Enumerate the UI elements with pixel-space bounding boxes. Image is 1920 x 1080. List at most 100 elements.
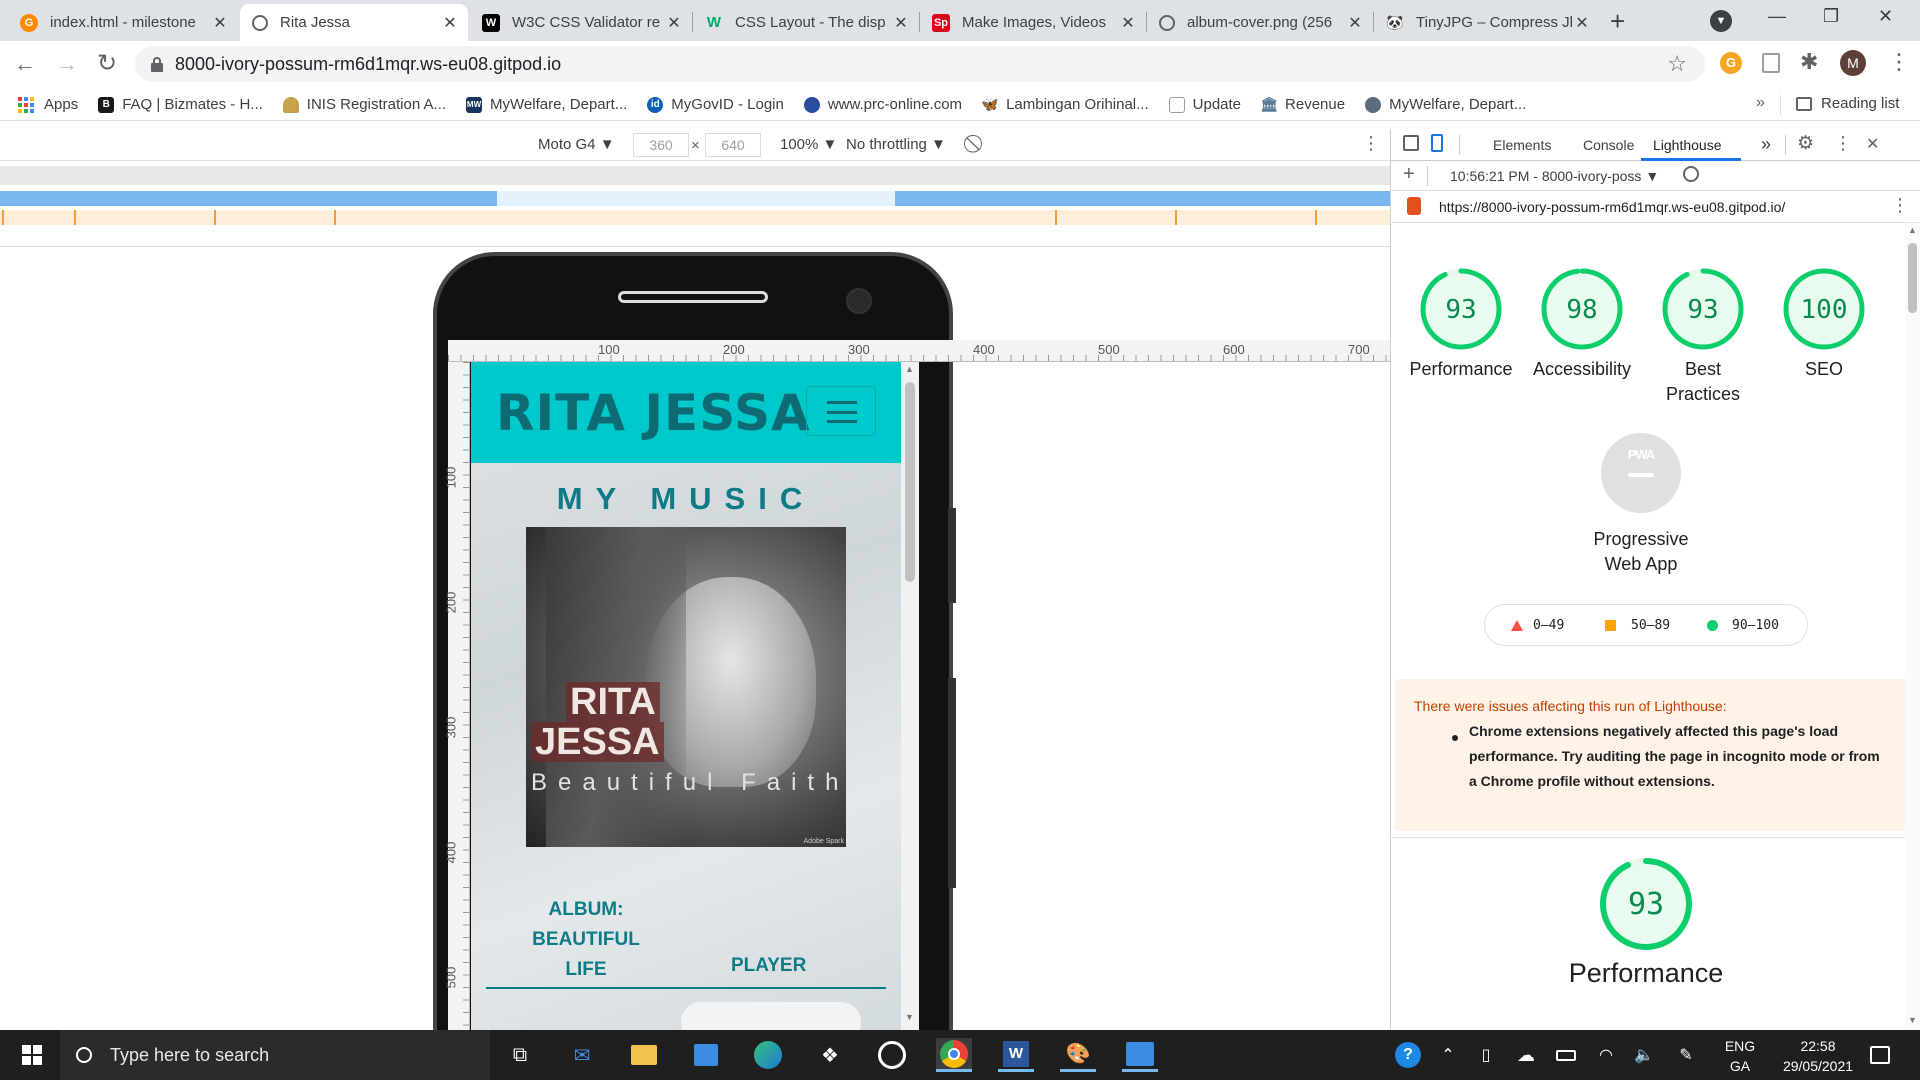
bookmark-mywelfare-2[interactable]: MyWelfare, Depart...	[1365, 96, 1526, 113]
bookmark-lambingan[interactable]: 🦋 Lambingan Orihinal...	[981, 96, 1148, 113]
maximize-button[interactable]: ❐	[1823, 6, 1839, 27]
paint-icon[interactable]: 🎨	[1060, 1038, 1096, 1072]
tab-elements[interactable]: Elements	[1493, 137, 1551, 153]
hamburger-menu-button[interactable]	[806, 386, 876, 436]
more-tabs-icon[interactable]: »	[1761, 134, 1771, 155]
mail-icon[interactable]: ✉	[564, 1038, 600, 1072]
device-select[interactable]: Moto G4 ▼	[538, 136, 615, 153]
pen-icon[interactable]: ✎	[1668, 1038, 1704, 1072]
bookmark-mywelfare[interactable]: MW MyWelfare, Depart...	[466, 96, 627, 113]
notifications-icon[interactable]	[1862, 1038, 1898, 1072]
app-circle-icon[interactable]	[874, 1038, 910, 1072]
bookmark-prc[interactable]: www.prc-online.com	[803, 96, 962, 113]
back-icon[interactable]: ←	[14, 51, 36, 77]
browser-menu-icon[interactable]: ⋮	[1888, 49, 1910, 75]
clock[interactable]: 22:58 29/05/2021	[1768, 1036, 1868, 1076]
report-select[interactable]: 10:56:21 PM - 8000-ivory-poss ▼	[1450, 168, 1659, 184]
width-input[interactable]: 360	[633, 133, 689, 157]
onedrive-icon[interactable]: ☁	[1508, 1038, 1544, 1072]
clear-reports-icon[interactable]	[1683, 166, 1699, 182]
store-icon[interactable]	[688, 1038, 724, 1072]
report-menu-icon[interactable]: ⋮	[1891, 195, 1909, 216]
bookmark-mygovid[interactable]: id MyGovID - Login	[647, 96, 784, 113]
help-icon[interactable]: ?	[1390, 1038, 1426, 1072]
more-options-icon[interactable]: ⋮	[1362, 133, 1380, 154]
taskbar-search[interactable]: Type here to search	[60, 1030, 490, 1080]
edge-icon[interactable]	[750, 1038, 786, 1072]
scrollbar-thumb[interactable]	[905, 382, 915, 582]
close-icon[interactable]: ✕	[1345, 13, 1365, 33]
settings-gear-icon[interactable]: ⚙	[1797, 132, 1814, 155]
scrollbar-thumb[interactable]	[1908, 243, 1917, 313]
media-bar-orange[interactable]	[0, 210, 1390, 225]
height-input[interactable]: 640	[705, 133, 761, 157]
tab-tinyjpg[interactable]: 🐼 TinyJPG – Compress Jl ✕	[1374, 4, 1600, 41]
wifi-icon[interactable]: ◠	[1588, 1038, 1624, 1072]
close-icon[interactable]: ✕	[440, 13, 460, 33]
inspect-element-icon[interactable]	[1403, 135, 1419, 151]
photos-icon[interactable]	[1122, 1038, 1158, 1072]
bookmark-revenue[interactable]: 🏛 Revenue	[1260, 96, 1345, 113]
close-icon[interactable]: ✕	[664, 13, 684, 33]
tab-search-button[interactable]: ▼	[1710, 10, 1732, 32]
tray-chevron-icon[interactable]: ⌃	[1430, 1038, 1466, 1072]
profile-avatar[interactable]: M	[1840, 50, 1866, 76]
scroll-up-icon[interactable]: ▲	[1908, 225, 1917, 235]
forward-icon[interactable]: →	[56, 51, 78, 77]
pwa-badge[interactable]: PWA Progressive Web App	[1581, 433, 1701, 577]
input-language[interactable]: ENG GA	[1722, 1036, 1758, 1076]
bookmark-apps[interactable]: Apps	[18, 96, 78, 113]
address-bar[interactable]: 8000-ivory-possum-rm6d1mqr.ws-eu08.gitpo…	[135, 46, 1705, 82]
tab-gitpod-index[interactable]: G index.html - milestone ✕	[8, 4, 238, 41]
file-explorer-icon[interactable]	[626, 1038, 662, 1072]
close-icon[interactable]: ✕	[891, 13, 911, 33]
bookmark-inis[interactable]: INIS Registration A...	[282, 96, 446, 113]
windows-start-icon[interactable]	[12, 1038, 52, 1072]
performance-detail-gauge[interactable]: 93 Performance	[1546, 856, 1746, 989]
reload-icon[interactable]: ↻	[97, 49, 117, 78]
site-brand[interactable]: RITA JESSA	[496, 384, 811, 442]
tab-w3c-validator[interactable]: W W3C CSS Validator re ✕	[470, 4, 692, 41]
score-gauge-seo[interactable]: 100 SEO	[1769, 267, 1879, 382]
battery-icon[interactable]	[1548, 1038, 1584, 1072]
close-window-button[interactable]: ✕	[1878, 6, 1893, 27]
bookmark-update[interactable]: Update	[1168, 96, 1241, 113]
close-icon[interactable]: ✕	[1118, 13, 1138, 33]
search-placeholder[interactable]: Type here to search	[110, 1045, 269, 1066]
close-icon[interactable]: ✕	[210, 13, 230, 33]
album-cover[interactable]: RITA JESSA Beautiful Faith Adobe Spark	[526, 527, 846, 847]
chrome-icon[interactable]	[936, 1038, 972, 1072]
devtools-scrollbar[interactable]: ▲ ▼	[1905, 223, 1920, 1030]
tab-album-cover[interactable]: album-cover.png (256 ✕	[1147, 4, 1373, 41]
devtools-menu-icon[interactable]: ⋮	[1834, 133, 1852, 154]
extensions-puzzle-icon[interactable]: ✱	[1800, 49, 1818, 75]
tab-rita-jessa[interactable]: Rita Jessa ✕	[240, 4, 468, 41]
score-gauge-best-practices[interactable]: 93 Best Practices	[1648, 267, 1758, 407]
score-gauge-accessibility[interactable]: 98 Accessibility	[1527, 267, 1637, 382]
reading-list[interactable]: Reading list	[1796, 95, 1899, 112]
throttling-select[interactable]: No throttling ▼	[846, 136, 946, 153]
audio-player[interactable]	[681, 1002, 861, 1030]
tray-device-icon[interactable]: ▯	[1468, 1038, 1504, 1072]
extension-page-icon[interactable]	[1762, 53, 1780, 73]
url-text[interactable]: 8000-ivory-possum-rm6d1mqr.ws-eu08.gitpo…	[175, 54, 561, 75]
new-tab-button[interactable]: +	[1610, 6, 1625, 37]
dropbox-icon[interactable]: ❖	[812, 1038, 848, 1072]
minimize-button[interactable]: —	[1768, 6, 1786, 27]
media-bar-blue-left[interactable]	[0, 191, 497, 206]
new-report-icon[interactable]: +	[1403, 163, 1415, 186]
close-devtools-icon[interactable]: ✕	[1866, 134, 1879, 154]
lock-icon[interactable]	[151, 57, 163, 72]
scroll-up-icon[interactable]: ▲	[905, 364, 914, 374]
bookmarks-overflow-icon[interactable]: »	[1756, 94, 1765, 112]
scroll-down-icon[interactable]: ▼	[905, 1012, 914, 1022]
score-gauge-performance[interactable]: 93 Performance	[1406, 267, 1516, 382]
device-toggle-icon[interactable]	[1431, 134, 1443, 152]
scroll-down-icon[interactable]: ▼	[1908, 1015, 1917, 1025]
task-view-icon[interactable]: ⧉	[502, 1038, 538, 1072]
bookmark-star-icon[interactable]: ☆	[1667, 51, 1687, 77]
page-scrollbar[interactable]: ▲ ▼	[901, 362, 919, 1030]
media-bar-gray[interactable]	[0, 166, 1390, 185]
report-url[interactable]: https://8000-ivory-possum-rm6d1mqr.ws-eu…	[1439, 199, 1785, 215]
tab-lighthouse[interactable]: Lighthouse	[1653, 137, 1722, 153]
